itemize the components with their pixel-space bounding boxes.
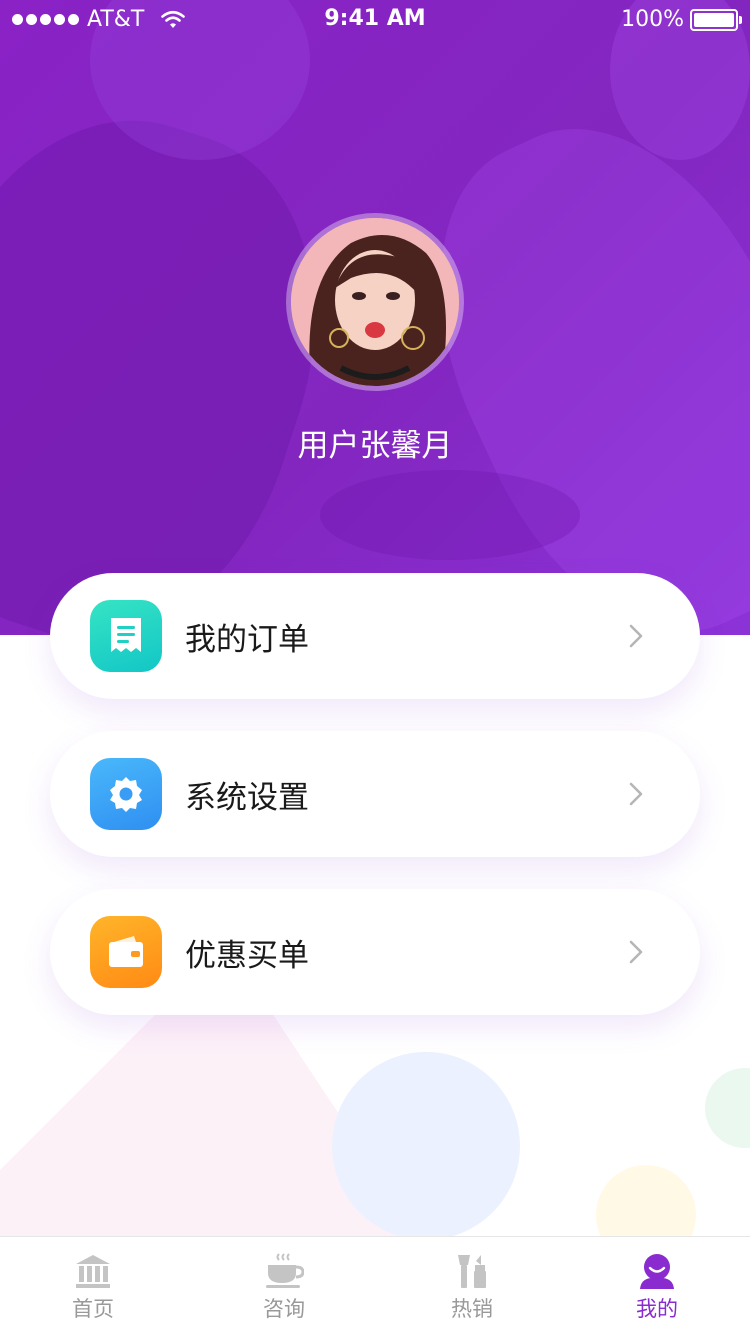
tab-label: 我的 xyxy=(636,1297,678,1321)
menu-item-discount-pay[interactable]: 优惠买单 xyxy=(50,889,700,1015)
coffee-cup-icon xyxy=(266,1253,304,1288)
tab-mine[interactable]: 我的 xyxy=(607,1237,707,1334)
menu-item-my-orders[interactable]: 我的订单 xyxy=(50,573,700,699)
receipt-icon xyxy=(90,600,162,672)
wallet-icon xyxy=(90,916,162,988)
gear-icon xyxy=(90,758,162,830)
tab-home[interactable]: 首页 xyxy=(43,1237,143,1334)
bank-icon xyxy=(76,1255,110,1288)
status-bar: AT&T 9:41 AM 100% xyxy=(0,0,750,40)
menu-item-label: 优惠买单 xyxy=(185,937,309,974)
tab-label: 咨询 xyxy=(263,1297,305,1321)
avatar-image xyxy=(291,218,459,386)
menu-item-label: 系统设置 xyxy=(185,779,309,816)
menu-item-label: 我的订单 xyxy=(185,621,309,658)
background-decoration xyxy=(0,1010,750,1236)
cosmetics-icon xyxy=(458,1255,486,1288)
battery-icon xyxy=(690,8,742,31)
menu-item-system-settings[interactable]: 系统设置 xyxy=(50,731,700,857)
avatar[interactable] xyxy=(286,213,464,391)
chevron-right-icon xyxy=(629,940,643,964)
tab-label: 热销 xyxy=(451,1297,493,1321)
status-right: 100% xyxy=(621,7,742,32)
tab-hot-sale[interactable]: 热销 xyxy=(422,1237,522,1334)
chevron-right-icon xyxy=(629,624,643,648)
tab-label: 首页 xyxy=(72,1297,114,1321)
username: 用户张馨月 xyxy=(297,428,453,464)
tab-bar: 首页 咨询 热销 我的 xyxy=(0,1236,750,1334)
tab-consult[interactable]: 咨询 xyxy=(234,1237,334,1334)
user-icon xyxy=(640,1254,674,1289)
battery-percent: 100% xyxy=(621,7,684,32)
chevron-right-icon xyxy=(629,782,643,806)
